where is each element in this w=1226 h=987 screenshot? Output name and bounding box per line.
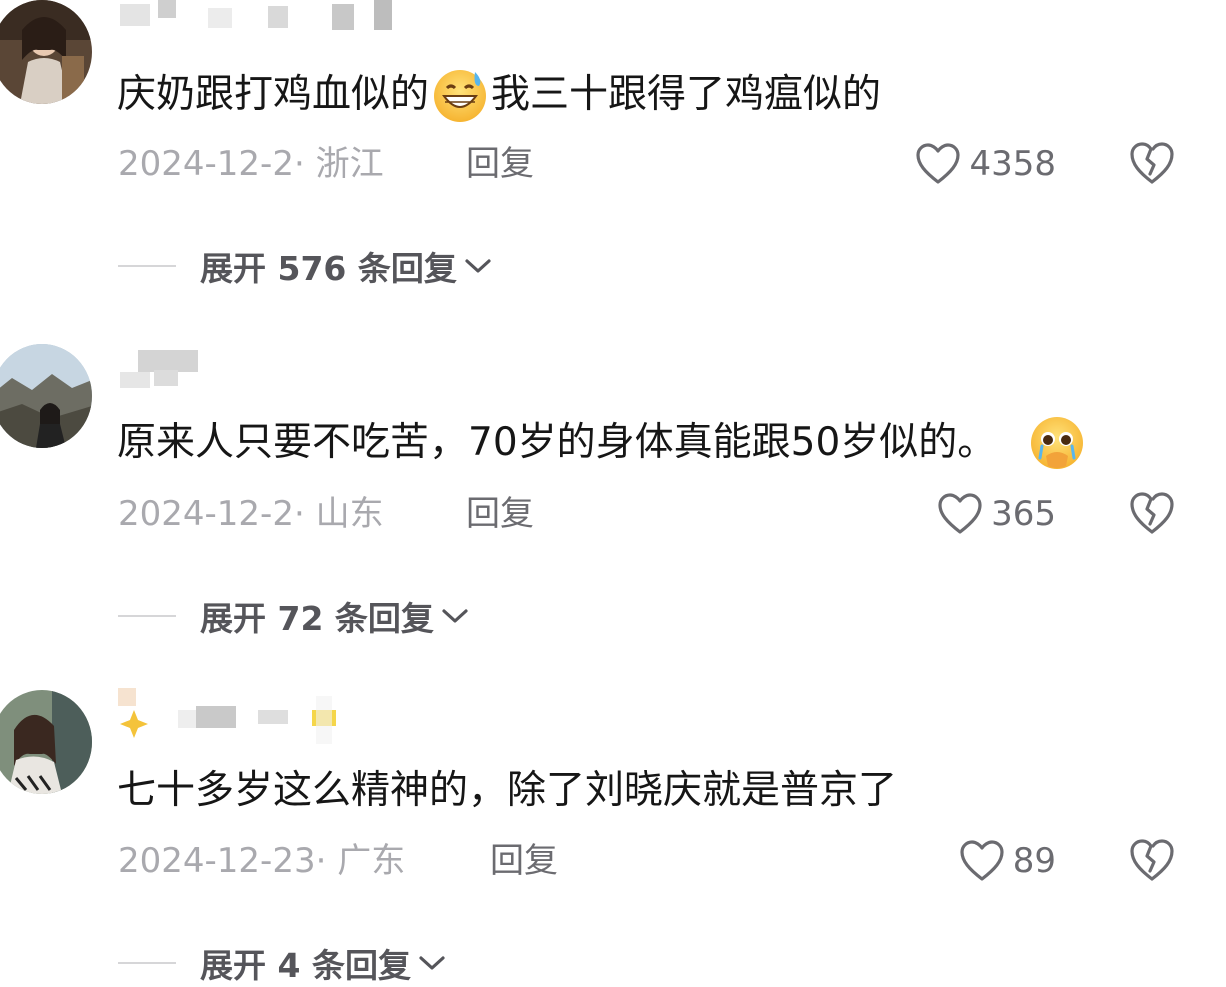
expand-replies-label: 展开 72 条回复 xyxy=(200,599,434,638)
expand-replies-label: 展开 4 条回复 xyxy=(200,946,411,985)
comment-text-part: 原来人只要不吃苦，70岁的身体真能跟50岁似的。 xyxy=(117,420,997,465)
comment-item: 庆奶跟打鸡血似的 我三十跟得了鸡瘟似的 2024-12-2· 浙江 回复 435… xyxy=(0,0,1226,300)
comment-item: 七十多岁这么精神的，除了刘晓庆就是普京了 2024-12-23· 广东 回复 8… xyxy=(0,686,1226,985)
reply-button[interactable]: 回复 xyxy=(490,839,558,883)
comment-text-part: 我三十跟得了鸡瘟似的 xyxy=(491,72,882,117)
comment-text: 七十多岁这么精神的，除了刘晓庆就是普京了 xyxy=(117,766,897,816)
avatar[interactable] xyxy=(0,690,92,794)
like-count: 365 xyxy=(991,494,1056,534)
heart-outline-icon xyxy=(959,839,1005,883)
comment-text-part: 七十多岁这么精神的，除了刘晓庆就是普京了 xyxy=(117,768,898,813)
broken-heart-icon xyxy=(1128,490,1176,536)
comment-item: 原来人只要不吃苦，70岁的身体真能跟50岁似的。 2024-12-2· 山东 回… xyxy=(0,340,1226,640)
pleading-tears-emoji xyxy=(1028,414,1086,472)
comment-meta: 2024-12-23· 广东 xyxy=(118,841,406,881)
username-blurred[interactable] xyxy=(118,0,398,30)
dislike-button[interactable] xyxy=(1128,837,1176,885)
expand-replies-button[interactable]: 展开 576 条回复 xyxy=(118,244,493,288)
divider-line xyxy=(118,962,176,964)
comment-text: 原来人只要不吃苦，70岁的身体真能跟50岁似的。 xyxy=(117,414,1088,472)
chevron-down-icon xyxy=(440,606,470,626)
avatar[interactable] xyxy=(0,0,92,104)
broken-heart-icon xyxy=(1128,837,1176,883)
expand-replies-button[interactable]: 展开 72 条回复 xyxy=(118,594,470,638)
dislike-button[interactable] xyxy=(1128,140,1176,188)
comment-meta: 2024-12-2· 浙江 xyxy=(118,144,384,184)
chevron-down-icon xyxy=(463,256,493,276)
reply-button[interactable]: 回复 xyxy=(466,142,534,186)
expand-replies-button[interactable]: 展开 4 条回复 xyxy=(118,941,447,985)
comment-text-part: 庆奶跟打鸡血似的 xyxy=(117,72,430,117)
reply-button[interactable]: 回复 xyxy=(466,492,534,536)
like-button[interactable]: 89 xyxy=(959,837,1056,885)
avatar[interactable] xyxy=(0,344,92,448)
dislike-button[interactable] xyxy=(1128,490,1176,538)
like-button[interactable]: 365 xyxy=(937,490,1056,538)
like-button[interactable]: 4358 xyxy=(915,140,1056,188)
comment-text: 庆奶跟打鸡血似的 我三十跟得了鸡瘟似的 xyxy=(117,66,881,124)
heart-outline-icon xyxy=(915,142,961,186)
like-count: 89 xyxy=(1012,841,1056,881)
chevron-down-icon xyxy=(417,953,447,973)
heart-outline-icon xyxy=(937,492,983,536)
broken-heart-icon xyxy=(1128,140,1176,186)
grinning-sweat-emoji xyxy=(431,66,489,124)
divider-line xyxy=(118,265,176,267)
username-blurred[interactable] xyxy=(118,350,398,388)
username-blurred[interactable] xyxy=(118,688,398,744)
expand-replies-label: 展开 576 条回复 xyxy=(200,249,457,288)
divider-line xyxy=(118,615,176,617)
like-count: 4358 xyxy=(969,144,1056,184)
comment-meta: 2024-12-2· 山东 xyxy=(118,494,384,534)
